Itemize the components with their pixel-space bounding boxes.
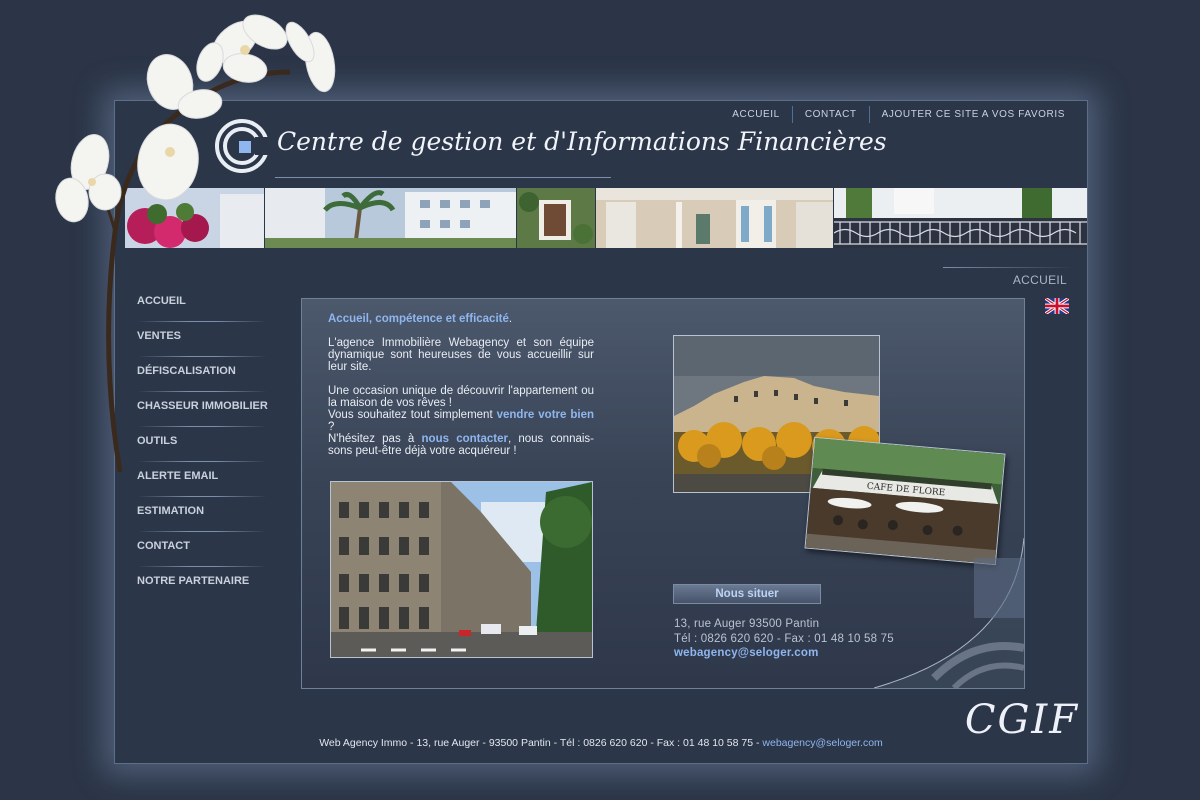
sidebar-item-contact[interactable]: CONTACT <box>137 532 271 567</box>
nous-situer-button[interactable]: Nous situer <box>673 584 821 604</box>
intro-text: Accueil, compétence et efficacité. L'age… <box>328 313 594 457</box>
sidebar-item-outils[interactable]: OUTILS <box>137 427 271 462</box>
address-block: 13, rue Auger 93500 Pantin Tél : 0826 62… <box>674 617 894 661</box>
corner-swirl-decoration <box>874 538 1024 688</box>
intro-heading: Accueil, compétence et efficacité <box>328 313 509 325</box>
sell-property-link[interactable]: vendre votre bien <box>497 409 594 421</box>
intro-contact-text: N'hésitez pas à <box>328 433 422 445</box>
main-frame: ACCUEIL CONTACT AJOUTER CE SITE A VOS FA… <box>114 100 1088 764</box>
sidebar-item-defiscalisation[interactable]: DÉFISCALISATION <box>137 357 271 392</box>
breadcrumb: ACCUEIL <box>1012 273 1067 287</box>
breadcrumb-line <box>943 267 1075 268</box>
sidebar-item-chasseur-immobilier[interactable]: CHASSEUR IMMOBILIER <box>137 392 271 427</box>
sidebar-item-notre-partenaire[interactable]: NOTRE PARTENAIRE <box>137 567 271 602</box>
topnav-favorites-link[interactable]: AJOUTER CE SITE A VOS FAVORIS <box>870 109 1077 120</box>
header-banner <box>125 188 1087 248</box>
intro-sell-text: Vous souhaitez tout simplement <box>328 409 497 421</box>
title-underline <box>275 177 611 178</box>
cgif-logo-icon[interactable] <box>215 119 269 173</box>
intro-sell-end: ? <box>328 421 335 433</box>
photo-paris-street <box>330 481 593 658</box>
phone-line: Tél : 0826 620 620 - Fax : 01 48 10 58 7… <box>674 632 894 645</box>
topnav-accueil-link[interactable]: ACCUEIL <box>720 109 792 120</box>
banner-photo-palm-building <box>265 188 518 248</box>
intro-occasion-text: Une occasion unique de découvrir l'appar… <box>328 385 594 409</box>
uk-flag-icon[interactable] <box>1045 298 1069 314</box>
footer-email-link[interactable]: webagency@seloger.com <box>762 737 882 749</box>
footer-text: Web Agency Immo - 13, rue Auger - 93500 … <box>319 737 763 749</box>
banner-photo-villa <box>596 188 835 248</box>
site-title: Centre de gestion et d'Informations Fina… <box>277 127 887 156</box>
sidebar-item-alerte-email[interactable]: ALERTE EMAIL <box>137 462 271 497</box>
footer: Web Agency Immo - 13, rue Auger - 93500 … <box>115 737 1087 749</box>
sidebar-item-accueil[interactable]: ACCUEIL <box>137 287 271 322</box>
sidebar-item-ventes[interactable]: VENTES <box>137 322 271 357</box>
intro-paragraph: L'agence Immobilière Webagency et son éq… <box>328 337 594 373</box>
banner-photo-balcony <box>834 188 1087 248</box>
topnav-contact-link[interactable]: CONTACT <box>793 109 869 120</box>
email-link[interactable]: webagency@seloger.com <box>674 646 894 661</box>
intro-heading-end: . <box>508 313 513 325</box>
top-nav: ACCUEIL CONTACT AJOUTER CE SITE A VOS FA… <box>720 106 1077 123</box>
contact-us-link[interactable]: nous contacter <box>422 433 508 445</box>
content-box: Accueil, compétence et efficacité. L'age… <box>301 298 1025 689</box>
sidebar-item-estimation[interactable]: ESTIMATION <box>137 497 271 532</box>
banner-photo-window <box>517 188 597 248</box>
address-line: 13, rue Auger 93500 Pantin <box>674 618 820 630</box>
banner-photo-flowers <box>125 188 266 248</box>
sidebar-nav: ACCUEIL VENTES DÉFISCALISATION CHASSEUR … <box>137 287 271 602</box>
